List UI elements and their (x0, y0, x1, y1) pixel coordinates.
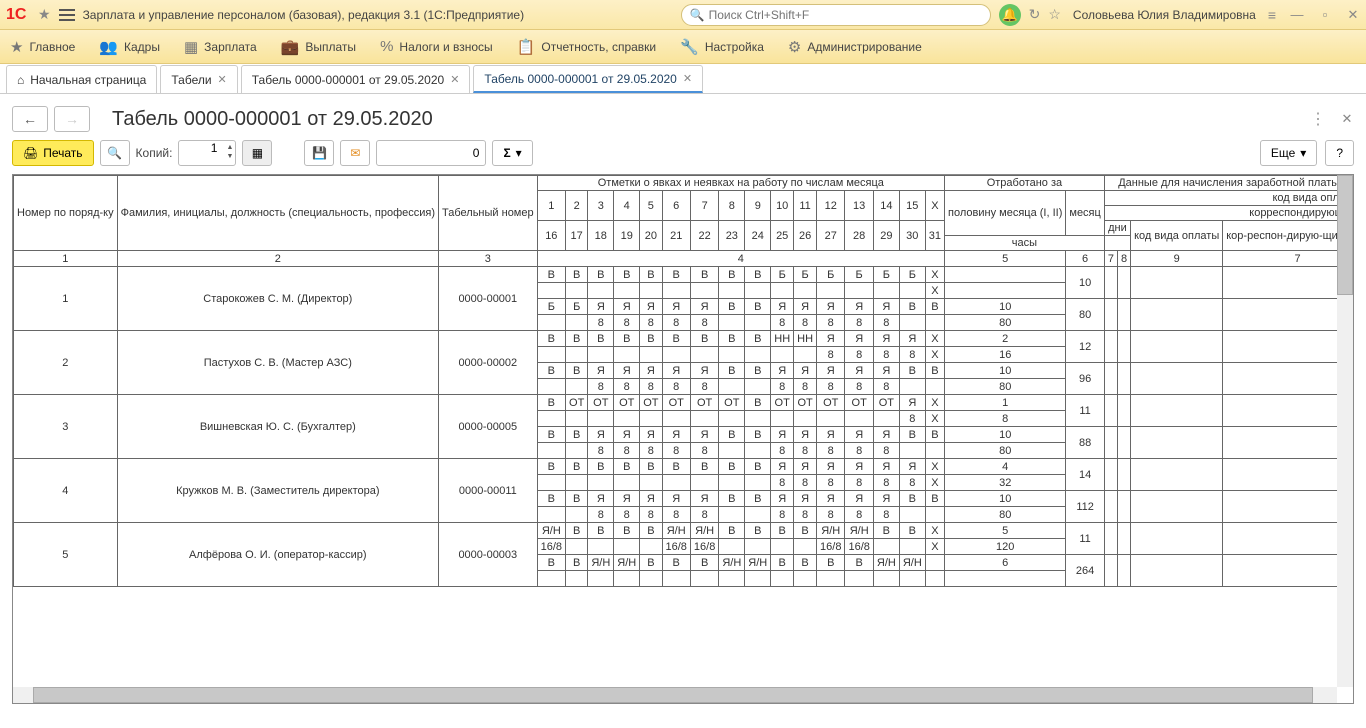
menu-icon-1: 👥 (99, 38, 118, 56)
menu-icon-3: 💼 (281, 38, 300, 56)
tab-2[interactable]: Табель 0000-000001 от 29.05.2020 ✕ (241, 65, 471, 93)
menu-5[interactable]: 📋Отчетность, справки (517, 38, 656, 56)
sum-button[interactable]: Σ ▾ (492, 140, 532, 166)
scrollbar-vertical[interactable] (1337, 175, 1353, 687)
search-icon: 🔍 (690, 8, 705, 22)
close-window-icon[interactable]: ✕ (1346, 8, 1360, 22)
menu-icon-2: ▦ (184, 38, 198, 56)
history-icon[interactable]: ↻ (1029, 6, 1041, 23)
menu-1[interactable]: 👥Кадры (99, 38, 160, 56)
scrollbar-horizontal[interactable] (13, 687, 1337, 703)
menu-2[interactable]: ▦Зарплата (184, 38, 257, 56)
tab-1[interactable]: Табели ✕ (160, 65, 237, 93)
close-page-icon[interactable]: ✕ (1340, 112, 1354, 126)
tab-close-icon[interactable]: ✕ (683, 72, 692, 85)
help-button[interactable]: ? (1325, 140, 1354, 166)
menu-icon-4: % (380, 38, 393, 55)
tab-3[interactable]: Табель 0000-000001 от 29.05.2020 ✕ (473, 65, 703, 93)
app-logo: 1C (6, 6, 30, 24)
menu-7[interactable]: ⚙Администрирование (788, 38, 922, 56)
app-title: Зарплата и управление персоналом (базова… (83, 8, 525, 22)
menu-icon-5: 📋 (517, 38, 536, 56)
tab-0[interactable]: ⌂Начальная страница (6, 65, 157, 93)
save-button[interactable]: 💾 (304, 140, 334, 166)
copies-input[interactable]: 1 ▲▼ (178, 140, 236, 166)
print-label: Печать (43, 146, 82, 160)
search-input[interactable] (709, 8, 982, 22)
menu-icon-7: ⚙ (788, 38, 801, 56)
user-name[interactable]: Соловьева Юлия Владимировна (1073, 8, 1256, 22)
print-button[interactable]: 🖨 Печать (12, 140, 94, 166)
print-icon: 🖨 (23, 146, 38, 160)
page-title: Табель 0000-000001 от 29.05.2020 (112, 108, 433, 131)
page-input[interactable]: 0 (376, 140, 486, 166)
tab-close-icon[interactable]: ✕ (450, 73, 459, 86)
spin-icon[interactable]: ▲▼ (227, 143, 234, 161)
copies-label: Копий: (136, 146, 173, 160)
back-button[interactable]: ← (12, 106, 48, 132)
copies-value: 1 (211, 141, 218, 155)
page-value: 0 (473, 146, 480, 160)
search-box[interactable]: 🔍 (681, 4, 991, 26)
more-button[interactable]: Еще ▾ (1260, 140, 1317, 166)
maximize-icon[interactable]: ▫ (1318, 8, 1332, 22)
mail-button[interactable]: ✉ (340, 140, 370, 166)
more-icon[interactable]: ⋮ (1310, 109, 1326, 129)
menu-6[interactable]: 🔧Настройка (680, 38, 764, 56)
menu-icon[interactable] (59, 9, 75, 21)
star-icon[interactable]: ☆ (1048, 6, 1061, 23)
menu-0[interactable]: ★Главное (10, 38, 75, 56)
grid-button[interactable]: ▦ (242, 140, 272, 166)
menu-icon-0: ★ (10, 38, 23, 56)
home-icon: ⌂ (17, 73, 24, 87)
notification-bell-icon[interactable]: 🔔 (999, 4, 1021, 26)
preview-button[interactable]: 🔍 (100, 140, 130, 166)
forward-button[interactable]: → (54, 106, 90, 132)
minimize-icon[interactable]: — (1290, 8, 1304, 22)
menu-3[interactable]: 💼Выплаты (281, 38, 356, 56)
filter-icon[interactable]: ≡ (1268, 7, 1276, 23)
menu-icon-6: 🔧 (680, 38, 699, 56)
favorite-icon[interactable]: ★ (38, 6, 51, 23)
menu-4[interactable]: %Налоги и взносы (380, 38, 493, 55)
more-label: Еще (1271, 146, 1295, 160)
tab-close-icon[interactable]: ✕ (218, 73, 227, 86)
